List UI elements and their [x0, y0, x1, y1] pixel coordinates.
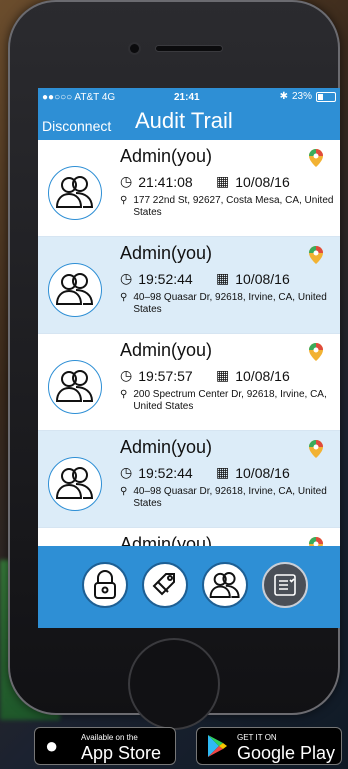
users-avatar-icon: [48, 360, 102, 414]
location-pin-icon: ⚲: [120, 292, 128, 303]
list-item[interactable]: Admin(you) ◷ 19:52:44 ▦ 10/08/16 ⚲ 40–98 Qu…: [38, 431, 340, 528]
disconnect-button[interactable]: Disconnect: [42, 118, 111, 134]
home-button[interactable]: [130, 640, 218, 728]
clock: 21:41: [174, 92, 200, 103]
location-pin-icon: ⚲: [120, 389, 128, 400]
entry-address: ⚲ 200 Spectrum Center Dr, 92618, Irvine, …: [120, 389, 327, 412]
entry-date: ▦ 10/08/16: [216, 270, 290, 287]
battery-percent: 23%: [291, 91, 312, 102]
appstore-small-text: Available on the: [81, 733, 138, 742]
battery-icon: [316, 91, 336, 102]
clock-icon: ◷: [120, 367, 133, 383]
app-screen: ●●○○○ AT&T 4G 21:41 ✱ 23% Disconnect Aud…: [38, 88, 340, 628]
googleplay-big-text: Google Play: [237, 743, 336, 763]
status-right: ✱ 23%: [280, 91, 336, 102]
clock-icon: ◷: [120, 173, 133, 189]
users-avatar-icon: [48, 457, 102, 511]
maps-icon[interactable]: [306, 342, 326, 362]
entry-address: ⚲ 177 22nd St, 92627, Costa Mesa, CA, Uni…: [120, 195, 334, 218]
entry-date: ▦ 10/08/16: [216, 173, 290, 190]
clock-icon: ◷: [120, 270, 133, 286]
maps-icon[interactable]: [306, 245, 326, 265]
entry-address: ⚲ 40–98 Quasar Dr, 92618, Irvine, CA, Uni…: [120, 486, 327, 509]
page-title: Audit Trail: [135, 108, 233, 133]
bluetooth-icon: ✱: [279, 91, 288, 102]
users-avatar-icon: [48, 166, 102, 220]
googleplay-small-text: GET IT ON: [237, 733, 277, 742]
entry-address: ⚲ 40–98 Quasar Dr, 92618, Irvine, CA, Uni…: [120, 292, 327, 315]
entry-user: Admin(you): [120, 243, 213, 263]
list-item[interactable]: Admin(you) ◷ 19:57:57 ▦ 10/08/16 ⚲ 200 Spec…: [38, 334, 340, 431]
calendar-icon: ▦: [216, 464, 230, 480]
app-store-badge[interactable]: ● Available on the App Store: [34, 727, 176, 765]
entry-user: Admin(you): [120, 146, 213, 166]
entry-date: ▦ 10/08/16: [216, 464, 290, 481]
calendar-icon: ▦: [216, 173, 230, 189]
entry-user: Admin(you): [120, 534, 213, 546]
calendar-icon: ▦: [216, 367, 230, 383]
front-camera: [130, 44, 139, 53]
google-play-badge[interactable]: GET IT ON Google Play: [196, 727, 342, 765]
apple-icon: ●: [45, 733, 59, 758]
location-pin-icon: ⚲: [120, 486, 128, 497]
entry-user: Admin(you): [120, 437, 213, 457]
bottom-tab-bar: [38, 546, 340, 628]
entry-user: Admin(you): [120, 340, 213, 360]
list-item[interactable]: Admin(you) ◷ 21:41:08 ▦ 10/08/16 ⚲ 177 22nd…: [38, 140, 340, 237]
maps-icon[interactable]: [306, 439, 326, 459]
play-icon: [208, 735, 227, 757]
list-item[interactable]: Admin(you) ◷ 19:52:44 ▦ 10/08/16 ⚲ 40–98 Qu…: [38, 237, 340, 334]
maps-icon[interactable]: [306, 536, 326, 546]
clock-icon: ◷: [120, 464, 133, 480]
status-bar: ●●○○○ AT&T 4G 21:41 ✱ 23%: [38, 88, 340, 106]
entry-time: ◷ 19:52:44: [120, 270, 193, 287]
appstore-big-text: App Store: [81, 743, 162, 763]
checklist-icon[interactable]: [262, 562, 308, 608]
carrier-label: ●●○○○ AT&T 4G: [42, 92, 116, 103]
speaker-grille: [156, 46, 222, 51]
list-item[interactable]: Admin(you): [38, 528, 340, 546]
audit-list[interactable]: Admin(you) ◷ 21:41:08 ▦ 10/08/16 ⚲ 177 22nd…: [38, 140, 340, 546]
maps-icon[interactable]: [306, 148, 326, 168]
entry-time: ◷ 21:41:08: [120, 173, 193, 190]
tag-icon[interactable]: [142, 562, 188, 608]
location-pin-icon: ⚲: [120, 195, 128, 206]
users-avatar-icon: [48, 263, 102, 317]
entry-time: ◷ 19:52:44: [120, 464, 193, 481]
top-bar: ●●○○○ AT&T 4G 21:41 ✱ 23% Disconnect Aud…: [38, 88, 340, 140]
calendar-icon: ▦: [216, 270, 230, 286]
lock-icon[interactable]: [82, 562, 128, 608]
entry-time: ◷ 19:57:57: [120, 367, 193, 384]
entry-date: ▦ 10/08/16: [216, 367, 290, 384]
users-icon[interactable]: [202, 562, 248, 608]
